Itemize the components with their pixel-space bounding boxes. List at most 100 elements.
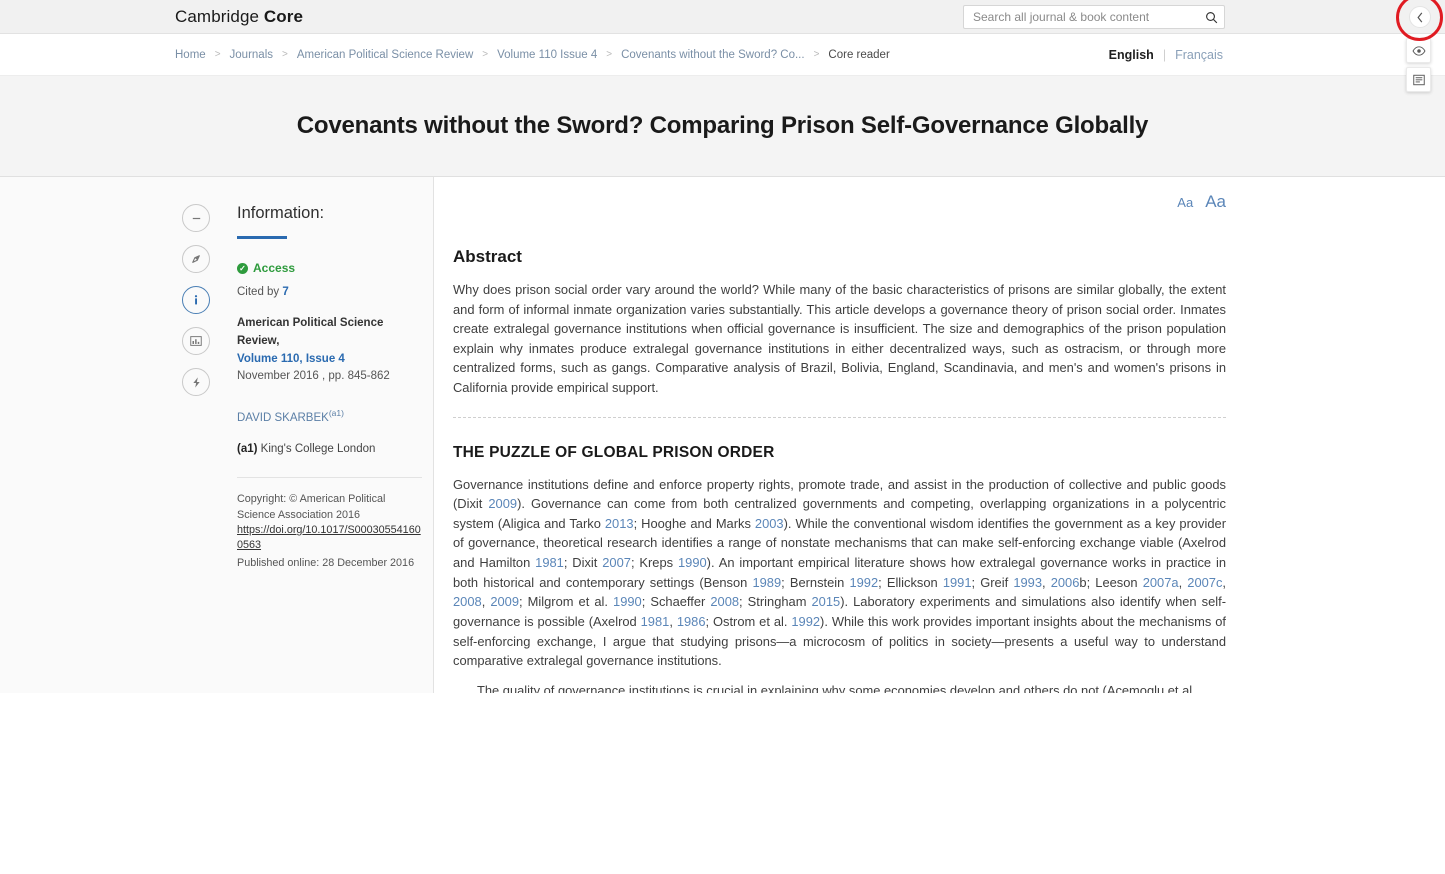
- citation-link[interactable]: 1986: [677, 614, 706, 629]
- font-size-controls: Aa Aa: [1177, 192, 1226, 212]
- eye-icon: [1411, 45, 1426, 56]
- cited-by[interactable]: Cited by 7: [237, 286, 422, 298]
- sidebar-divider: [237, 477, 422, 479]
- chevron-left-icon: [1417, 12, 1423, 22]
- affiliation-name: King's College London: [260, 443, 376, 456]
- breadcrumb: Home > Journals > American Political Sci…: [175, 49, 890, 61]
- access-status: ✓ Access: [237, 261, 422, 275]
- paragraph-2: The quality of governance institutions i…: [477, 682, 1196, 693]
- notes-toggle-button[interactable]: [1406, 67, 1431, 92]
- journal-info: American Political Science Review, Volum…: [237, 315, 422, 368]
- citation-link[interactable]: 2008: [453, 594, 482, 609]
- breadcrumb-item-home[interactable]: Home: [175, 49, 206, 61]
- search-icon: [1205, 11, 1217, 23]
- citation-link[interactable]: 1989: [752, 575, 781, 590]
- citation-link[interactable]: 1993: [1013, 575, 1042, 590]
- abstract-heading: Abstract: [453, 247, 522, 266]
- citation-link[interactable]: 2007c: [1187, 575, 1222, 590]
- sidebar-item-metrics[interactable]: [182, 368, 210, 396]
- breadcrumb-item-volume[interactable]: Volume 110 Issue 4: [497, 49, 597, 61]
- search-button[interactable]: [1198, 6, 1224, 28]
- breadcrumb-separator: >: [813, 49, 820, 60]
- title-band: Covenants without the Sword? Comparing P…: [0, 76, 1445, 177]
- issue-date-pages: November 2016 , pp. 845-862: [237, 370, 390, 383]
- citation-link[interactable]: 2008: [710, 594, 739, 609]
- access-label: Access: [253, 261, 296, 275]
- sidebar-icon-rail: [182, 204, 210, 396]
- author-label: DAVID SKARBEK: [237, 412, 329, 425]
- breadcrumb-item-journals[interactable]: Journals: [230, 49, 273, 61]
- sidebar-collapse-minus-button[interactable]: [182, 204, 210, 232]
- affiliation: (a1) King's College London: [237, 443, 422, 455]
- sidebar-info-panel: Information: ✓ Access Cited by 7 America…: [237, 204, 422, 569]
- section-heading: THE PUZZLE OF GLOBAL PRISON ORDER: [453, 443, 775, 461]
- citation-link[interactable]: 1990: [613, 594, 642, 609]
- brand-core: Core: [263, 6, 304, 26]
- sidebar-item-navigate[interactable]: [182, 245, 210, 273]
- citation-link[interactable]: 2007a: [1143, 575, 1179, 590]
- citation-link[interactable]: 1981: [641, 614, 670, 629]
- cited-by-label: Cited by: [237, 286, 283, 298]
- journal-volume-issue[interactable]: Volume 110, Issue 4: [237, 351, 422, 369]
- search-input[interactable]: [964, 10, 1198, 24]
- sidebar-heading-underline: [237, 236, 287, 239]
- citation-link[interactable]: 2015: [812, 594, 841, 609]
- citation-link[interactable]: 1981: [535, 555, 564, 570]
- font-size-decrease-button[interactable]: Aa: [1177, 195, 1193, 210]
- doi-link[interactable]: https://doi.org/10.1017/S000305541600563: [237, 523, 422, 554]
- site-header: Cambridge Core: [0, 0, 1445, 41]
- citation-link[interactable]: 2003: [755, 516, 784, 531]
- citation-link[interactable]: 2007: [602, 555, 631, 570]
- breadcrumb-separator: >: [606, 49, 613, 60]
- language-switcher: English | Français: [1109, 48, 1223, 62]
- author-affil-marker: (a1): [328, 408, 344, 419]
- content-area: Information: ✓ Access Cited by 7 America…: [0, 177, 1445, 693]
- search-box[interactable]: [963, 5, 1225, 29]
- compass-icon: [191, 254, 200, 263]
- citation-link[interactable]: 1992: [791, 614, 820, 629]
- article-pane: Aa Aa Abstract Why does prison social or…: [434, 177, 1445, 693]
- preview-toggle-button[interactable]: [1406, 38, 1431, 63]
- citation-link[interactable]: 2006: [1051, 575, 1080, 590]
- floating-tools: [1406, 38, 1431, 92]
- sidebar-item-figures[interactable]: [182, 327, 210, 355]
- paragraph-1: Governance institutions define and enfor…: [453, 476, 1227, 669]
- section-divider: [453, 416, 1226, 418]
- info-icon: [194, 295, 198, 305]
- language-divider: |: [1162, 47, 1167, 62]
- breadcrumb-item-current: Core reader: [828, 48, 890, 61]
- sidebar-item-information[interactable]: [182, 286, 210, 314]
- citation-link[interactable]: 1990: [678, 555, 707, 570]
- breadcrumb-item-journal-title[interactable]: American Political Science Review: [297, 49, 473, 61]
- breadcrumb-separator: >: [214, 49, 221, 60]
- breadcrumb-separator: >: [482, 49, 489, 60]
- site-logo[interactable]: Cambridge Core: [175, 7, 303, 27]
- copyright-text: Copyright: © American Political Science …: [237, 493, 386, 521]
- language-english[interactable]: English: [1109, 48, 1154, 62]
- notes-icon: [1412, 74, 1425, 85]
- brand-cambridge: Cambridge: [175, 6, 264, 26]
- breadcrumb-bar: Home > Journals > American Political Sci…: [0, 34, 1445, 76]
- article-body: Abstract Why does prison social order va…: [434, 177, 1445, 693]
- affiliation-marker: (a1): [237, 443, 258, 456]
- minus-icon: [192, 217, 200, 219]
- lightning-icon: [192, 376, 200, 388]
- sidebar-heading: Information:: [237, 204, 325, 222]
- breadcrumb-item-article[interactable]: Covenants without the Sword? Co...: [621, 49, 804, 61]
- citation-link[interactable]: 1992: [849, 575, 878, 590]
- cited-by-count: 7: [282, 286, 289, 298]
- published-online: Published online: 28 December 2016: [237, 556, 415, 569]
- breadcrumb-separator: >: [282, 49, 288, 60]
- information-sidebar: Information: ✓ Access Cited by 7 America…: [0, 177, 434, 693]
- bar-chart-icon: [190, 336, 202, 346]
- access-check-icon: ✓: [237, 262, 248, 274]
- citation-link[interactable]: 2009: [490, 594, 519, 609]
- citation-link[interactable]: 2013: [605, 516, 634, 531]
- sidebar-collapse-button[interactable]: [1409, 6, 1431, 28]
- author-name[interactable]: DAVID SKARBEK(a1): [237, 408, 422, 424]
- page-scrollbar[interactable]: [1440, 177, 1445, 874]
- font-size-increase-button[interactable]: Aa: [1205, 192, 1226, 212]
- language-francais[interactable]: Français: [1175, 48, 1223, 62]
- citation-link[interactable]: 1991: [943, 575, 972, 590]
- citation-link[interactable]: 2009: [488, 496, 517, 511]
